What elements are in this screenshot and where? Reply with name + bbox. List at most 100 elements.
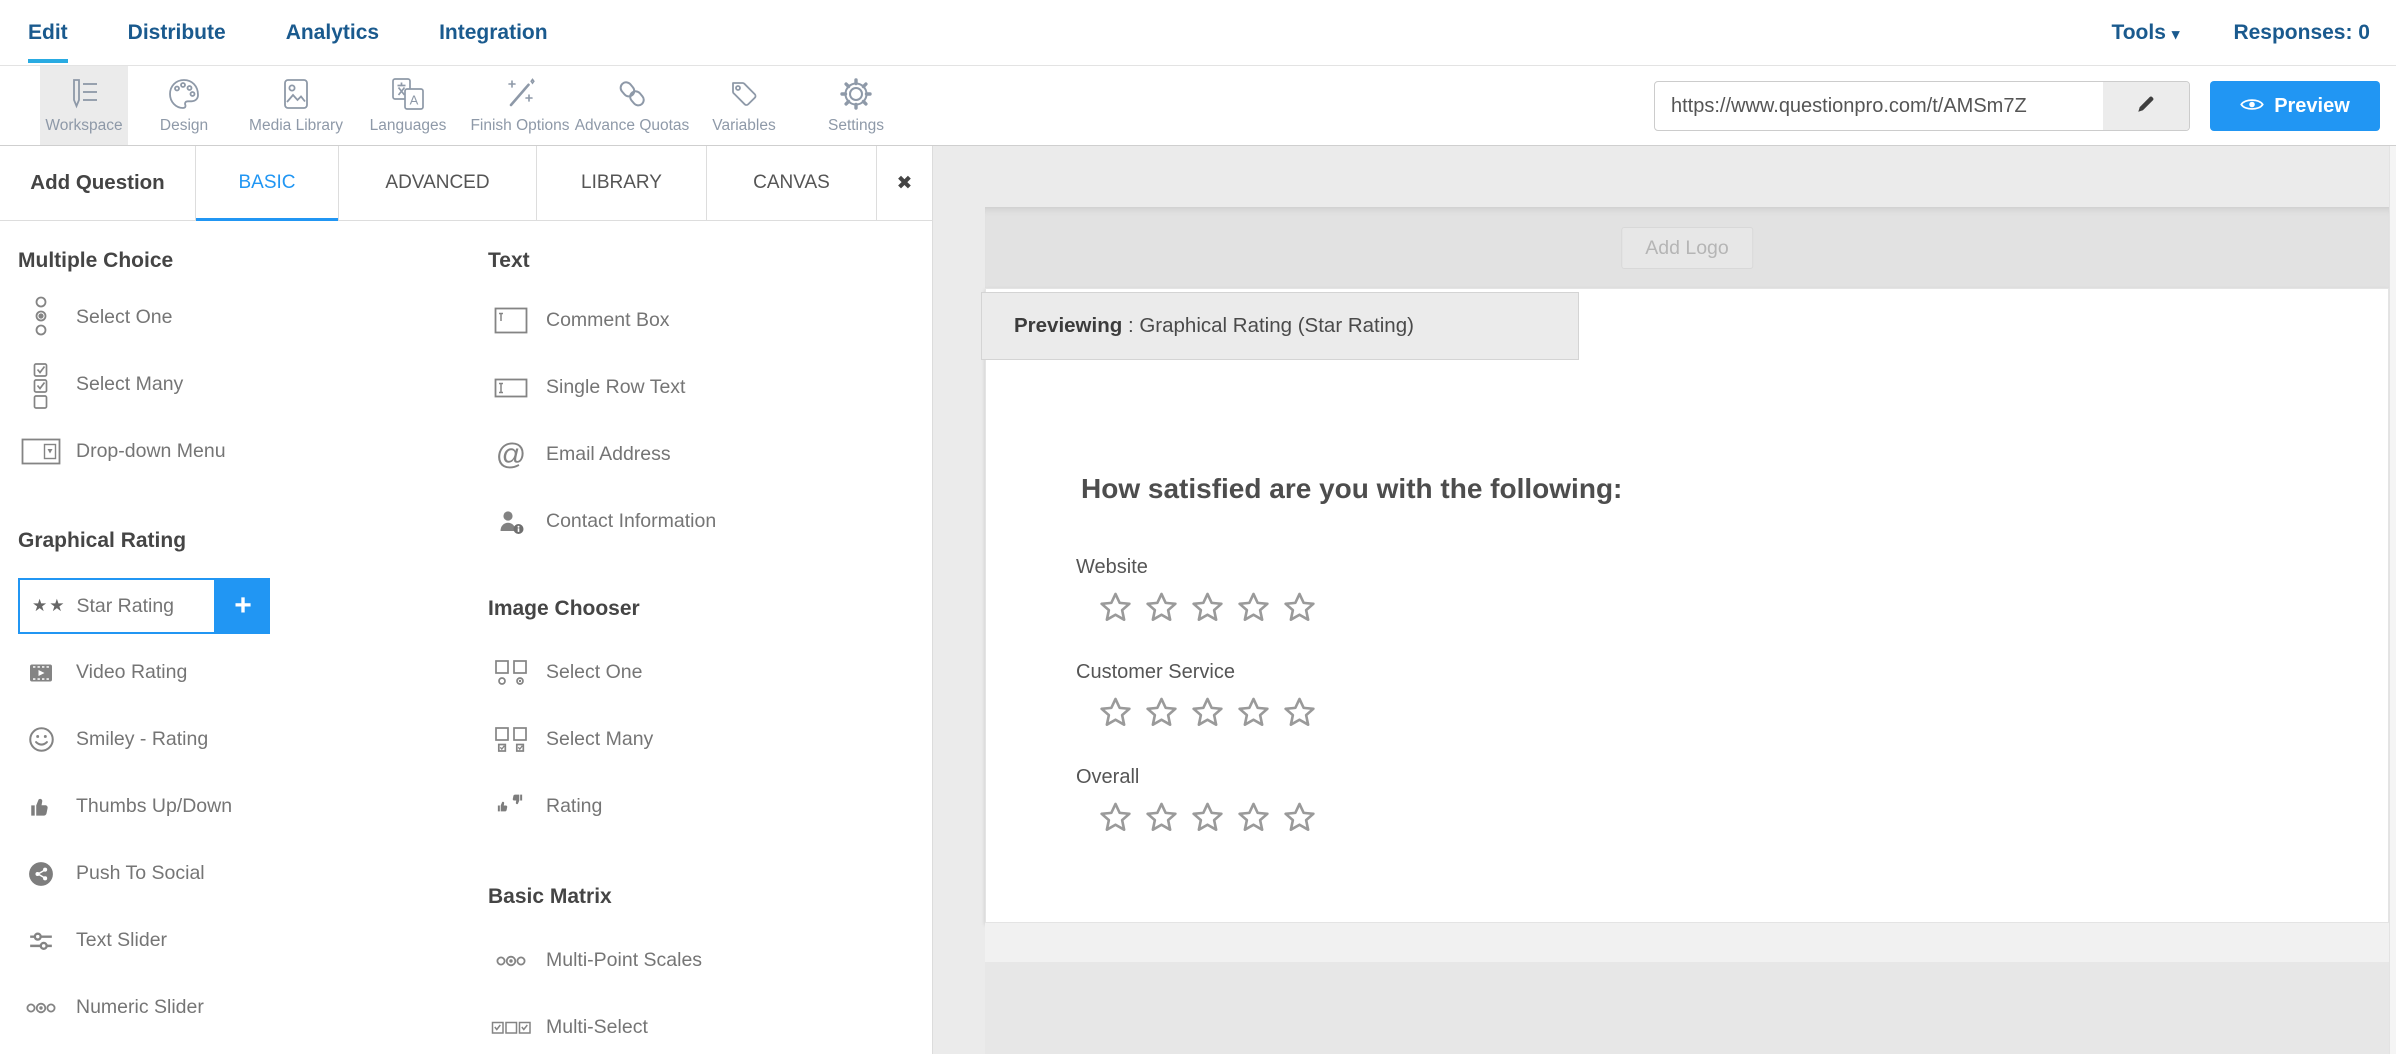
two-stars-icon: ★★ <box>32 596 66 616</box>
question-type-email-address[interactable]: @ Email Address <box>488 421 671 488</box>
three-circles-icon <box>18 996 64 1020</box>
toolbar-item-variables[interactable]: Variables <box>688 66 800 145</box>
question-type-select-many[interactable]: Select Many <box>18 351 183 418</box>
star-icon[interactable] <box>1143 799 1180 836</box>
preview-button[interactable]: Preview <box>2210 81 2380 131</box>
question-type-thumbs-up-down[interactable]: Thumbs Up/Down <box>18 773 232 840</box>
star-icon[interactable] <box>1189 799 1226 836</box>
preview-lower-background <box>985 962 2389 1054</box>
star-icon[interactable] <box>1189 694 1226 731</box>
close-panel-button[interactable]: ✖ <box>877 146 932 220</box>
star-icon[interactable] <box>1097 799 1134 836</box>
question-type-label: Contact Information <box>546 510 716 533</box>
star-rating-control[interactable] <box>1097 799 1318 836</box>
star-icon[interactable] <box>1143 694 1180 731</box>
checkbox-list-icon <box>18 361 64 409</box>
star-rating-control[interactable] <box>1097 589 1318 626</box>
question-type-contact-information[interactable]: Contact Information <box>488 488 716 555</box>
tab-advanced[interactable]: ADVANCED <box>339 146 537 220</box>
toolbar-item-finish-options[interactable]: Finish Options <box>464 66 576 145</box>
section-header-basic-matrix: Basic Matrix <box>488 885 612 909</box>
star-icon[interactable] <box>1281 799 1318 836</box>
survey-url-input[interactable]: https://www.questionpro.com/t/AMSm7Z <box>1655 82 2103 130</box>
responses-count[interactable]: Responses: 0 <box>2233 21 2370 45</box>
question-type-label: Push To Social <box>76 862 205 885</box>
rating-row: Website <box>1076 556 1318 626</box>
tag-icon <box>726 76 762 112</box>
nav-item-analytics[interactable]: Analytics <box>286 0 379 65</box>
question-type-push-to-social[interactable]: Push To Social <box>18 840 205 907</box>
at-sign-icon: @ <box>488 440 534 470</box>
eye-icon <box>2240 95 2264 118</box>
question-type-comment-box[interactable]: Comment Box <box>488 287 670 354</box>
tab-basic[interactable]: BASIC <box>196 146 339 220</box>
workspace-icon <box>66 76 102 112</box>
question-type-label: Text Slider <box>76 929 167 952</box>
tools-menu[interactable]: Tools▾ <box>2111 21 2179 45</box>
question-type-single-row-text[interactable]: Single Row Text <box>488 354 685 421</box>
matrix-checkbox-icon <box>488 1020 534 1036</box>
star-rating-control[interactable] <box>1097 694 1318 731</box>
star-icon[interactable] <box>1189 589 1226 626</box>
edit-url-button[interactable] <box>2103 82 2189 130</box>
question-type-star-rating[interactable]: ★★ Star Rating <box>18 578 216 634</box>
question-type-label: Select One <box>546 661 642 684</box>
nav-item-distribute[interactable]: Distribute <box>128 0 226 65</box>
matrix-radio-icon <box>488 949 534 973</box>
toolbar-item-advance-quotas[interactable]: Advance Quotas <box>576 66 688 145</box>
question-type-smiley-rating[interactable]: Smiley - Rating <box>18 706 208 773</box>
star-icon[interactable] <box>1235 799 1272 836</box>
question-type-image-select-many[interactable]: Select Many <box>488 706 653 773</box>
rating-row-label: Customer Service <box>1076 661 1318 685</box>
questionpro-survey-editor: Edit Distribute Analytics Integration To… <box>0 0 2396 1054</box>
star-icon[interactable] <box>1235 694 1272 731</box>
star-icon[interactable] <box>1281 694 1318 731</box>
add-logo-button[interactable]: Add Logo <box>1621 227 1753 269</box>
sliders-icon <box>18 928 64 954</box>
section-header-graphical-rating: Graphical Rating <box>18 529 186 553</box>
question-types-column-2: Text Comment Box Single Row Text @ Email… <box>470 221 932 1054</box>
toolbar-item-media-library[interactable]: Media Library <box>240 66 352 145</box>
question-type-label: Comment Box <box>546 309 670 332</box>
question-type-multi-point-scales[interactable]: Multi-Point Scales <box>488 927 702 994</box>
previewing-badge-label: Previewing <box>1014 314 1122 337</box>
star-icon[interactable] <box>1097 589 1134 626</box>
question-tabs: Add Question BASIC ADVANCED LIBRARY CANV… <box>0 146 932 221</box>
question-type-dropdown-menu[interactable]: Drop-down Menu <box>18 418 226 485</box>
star-icon[interactable] <box>1097 694 1134 731</box>
add-star-rating-button[interactable]: + <box>216 578 270 634</box>
question-type-video-rating[interactable]: Video Rating <box>18 639 187 706</box>
question-type-select-one[interactable]: Select One <box>18 284 172 351</box>
toolbar-item-label: Finish Options <box>470 117 569 135</box>
add-question-panel: Add Question BASIC ADVANCED LIBRARY CANV… <box>0 146 933 1054</box>
video-icon <box>18 661 64 685</box>
toolbar-item-label: Advance Quotas <box>575 117 690 135</box>
question-type-label: Star Rating <box>76 595 174 618</box>
star-icon[interactable] <box>1281 589 1318 626</box>
question-title: How satisfied are you with the following… <box>1081 473 1622 505</box>
contact-person-icon <box>488 508 534 535</box>
question-type-image-select-one[interactable]: Select One <box>488 639 642 706</box>
translate-icon: A <box>390 76 426 112</box>
share-icon <box>18 861 64 887</box>
star-icon[interactable] <box>1235 589 1272 626</box>
toolbar-item-settings[interactable]: Settings <box>800 66 912 145</box>
question-type-text-slider[interactable]: Text Slider <box>18 907 167 974</box>
question-type-multi-select[interactable]: Multi-Select <box>488 994 648 1054</box>
toolbar-item-design[interactable]: Design <box>128 66 240 145</box>
thumbs-up-down-icon <box>488 793 534 821</box>
nav-item-integration[interactable]: Integration <box>439 0 548 65</box>
tab-canvas[interactable]: CANVAS <box>707 146 877 220</box>
toolbar-items: Workspace Design Media Library A Languag… <box>40 66 912 145</box>
thumb-up-icon <box>18 794 64 820</box>
tab-library[interactable]: LIBRARY <box>537 146 707 220</box>
scrollbar-track[interactable] <box>2389 146 2396 1054</box>
radio-list-icon <box>18 296 64 340</box>
nav-item-edit[interactable]: Edit <box>28 0 68 65</box>
toolbar-item-languages[interactable]: A Languages <box>352 66 464 145</box>
star-icon[interactable] <box>1143 589 1180 626</box>
question-type-image-rating[interactable]: Rating <box>488 773 602 840</box>
single-row-text-icon <box>488 378 534 398</box>
toolbar-item-workspace[interactable]: Workspace <box>40 66 128 145</box>
question-type-numeric-slider[interactable]: Numeric Slider <box>18 974 204 1041</box>
